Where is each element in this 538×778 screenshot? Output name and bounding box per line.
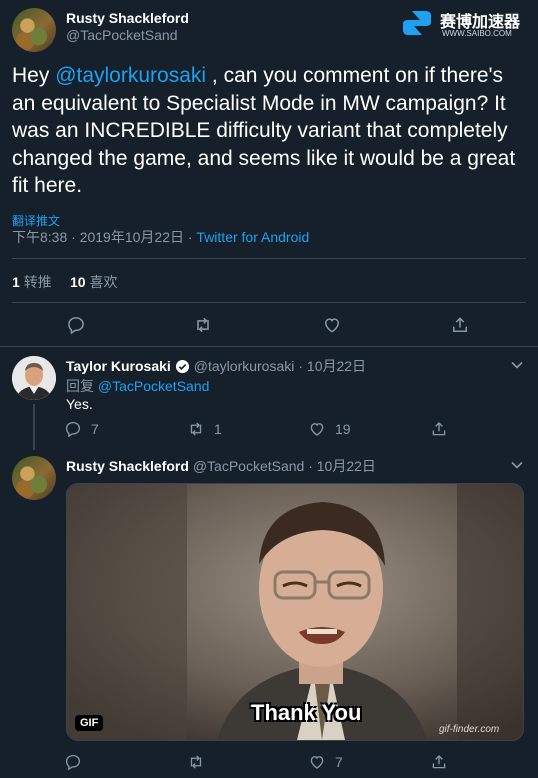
retweet-label: 转推: [23, 274, 52, 290]
reply-date[interactable]: · 10月22日: [308, 458, 376, 474]
gif-badge: GIF: [75, 715, 104, 731]
reply-action-like[interactable]: 7: [308, 753, 343, 771]
reply-date[interactable]: · 10月22日: [298, 356, 366, 376]
thread-line: [33, 404, 35, 450]
reply-action-like[interactable]: 19: [308, 420, 351, 438]
reply-author-name[interactable]: Taylor Kurosaki: [66, 358, 171, 374]
saibo-watermark: 赛博加速器 WWW.SAIBO.COM: [400, 6, 532, 40]
like-icon: [308, 420, 326, 438]
retweet-count: 1: [12, 274, 20, 290]
like-icon: [308, 753, 326, 771]
divider: [12, 258, 526, 259]
retweet-icon[interactable]: [191, 313, 215, 337]
reply-avatar[interactable]: [12, 456, 56, 500]
timestamp[interactable]: 下午8:38 · 2019年10月22日 ·: [12, 229, 196, 245]
author-name[interactable]: Rusty Shackleford: [66, 10, 189, 26]
replying-to-label: 回复: [66, 378, 98, 394]
like-count: 19: [335, 421, 351, 437]
reply-author-handle[interactable]: @taylorkurosaki: [194, 358, 295, 374]
source-link[interactable]: Twitter for Android: [196, 229, 309, 245]
reply-text: Yes.: [66, 396, 93, 412]
divider: [12, 302, 526, 303]
retweet-stat[interactable]: 1 转推: [12, 272, 52, 292]
replying-to-handle[interactable]: @TacPocketSand: [98, 378, 210, 394]
tweet-text-start: Hey: [12, 64, 56, 87]
like-icon[interactable]: [320, 313, 344, 337]
reply-action-retweet[interactable]: 1: [186, 420, 222, 438]
verified-badge-icon: [175, 359, 190, 374]
tweet-text: Hey @taylorkurosaki , can you comment on…: [12, 62, 528, 200]
author-handle[interactable]: @TacPocketSand: [66, 27, 178, 43]
gif-watermark: gif-finder.com: [439, 724, 500, 735]
author-avatar[interactable]: [12, 8, 56, 52]
reply-icon[interactable]: [64, 753, 82, 771]
like-count: 7: [335, 754, 343, 770]
reply-action-reply[interactable]: 7: [64, 420, 99, 438]
reply-author-handle[interactable]: @TacPocketSand: [193, 458, 305, 474]
reply-icon: [64, 420, 82, 438]
reply-header: Taylor Kurosaki @taylorkurosaki · 10月22日: [66, 356, 366, 376]
like-label: 喜欢: [89, 274, 118, 290]
reply-icon[interactable]: [64, 313, 88, 337]
reply-avatar[interactable]: [12, 356, 56, 400]
share-icon[interactable]: [430, 420, 448, 438]
retweet-count: 1: [214, 421, 222, 437]
like-stat[interactable]: 10 喜欢: [70, 272, 117, 292]
saibo-logo-icon: [400, 8, 434, 38]
reply-author-name[interactable]: Rusty Shackleford: [66, 458, 189, 474]
share-icon[interactable]: [430, 753, 448, 771]
reply-header: Rusty Shackleford @TacPocketSand · 10月22…: [66, 456, 376, 476]
like-count: 10: [70, 274, 86, 290]
gif-media[interactable]: Thank You GIF gif-finder.com: [66, 483, 524, 741]
retweet-icon: [186, 420, 206, 438]
reply-count: 7: [91, 421, 99, 437]
saibo-url: WWW.SAIBO.COM: [442, 29, 512, 38]
chevron-down-icon[interactable]: [508, 456, 526, 474]
replying-to: 回复 @TacPocketSand: [66, 376, 209, 396]
chevron-down-icon[interactable]: [508, 356, 526, 374]
divider: [0, 346, 538, 347]
gif-caption: Thank You: [251, 700, 362, 725]
share-icon[interactable]: [448, 313, 472, 337]
tweet-meta: 下午8:38 · 2019年10月22日 · Twitter for Andro…: [12, 227, 309, 247]
retweet-icon[interactable]: [186, 753, 206, 771]
mention-link[interactable]: @taylorkurosaki: [55, 64, 206, 87]
